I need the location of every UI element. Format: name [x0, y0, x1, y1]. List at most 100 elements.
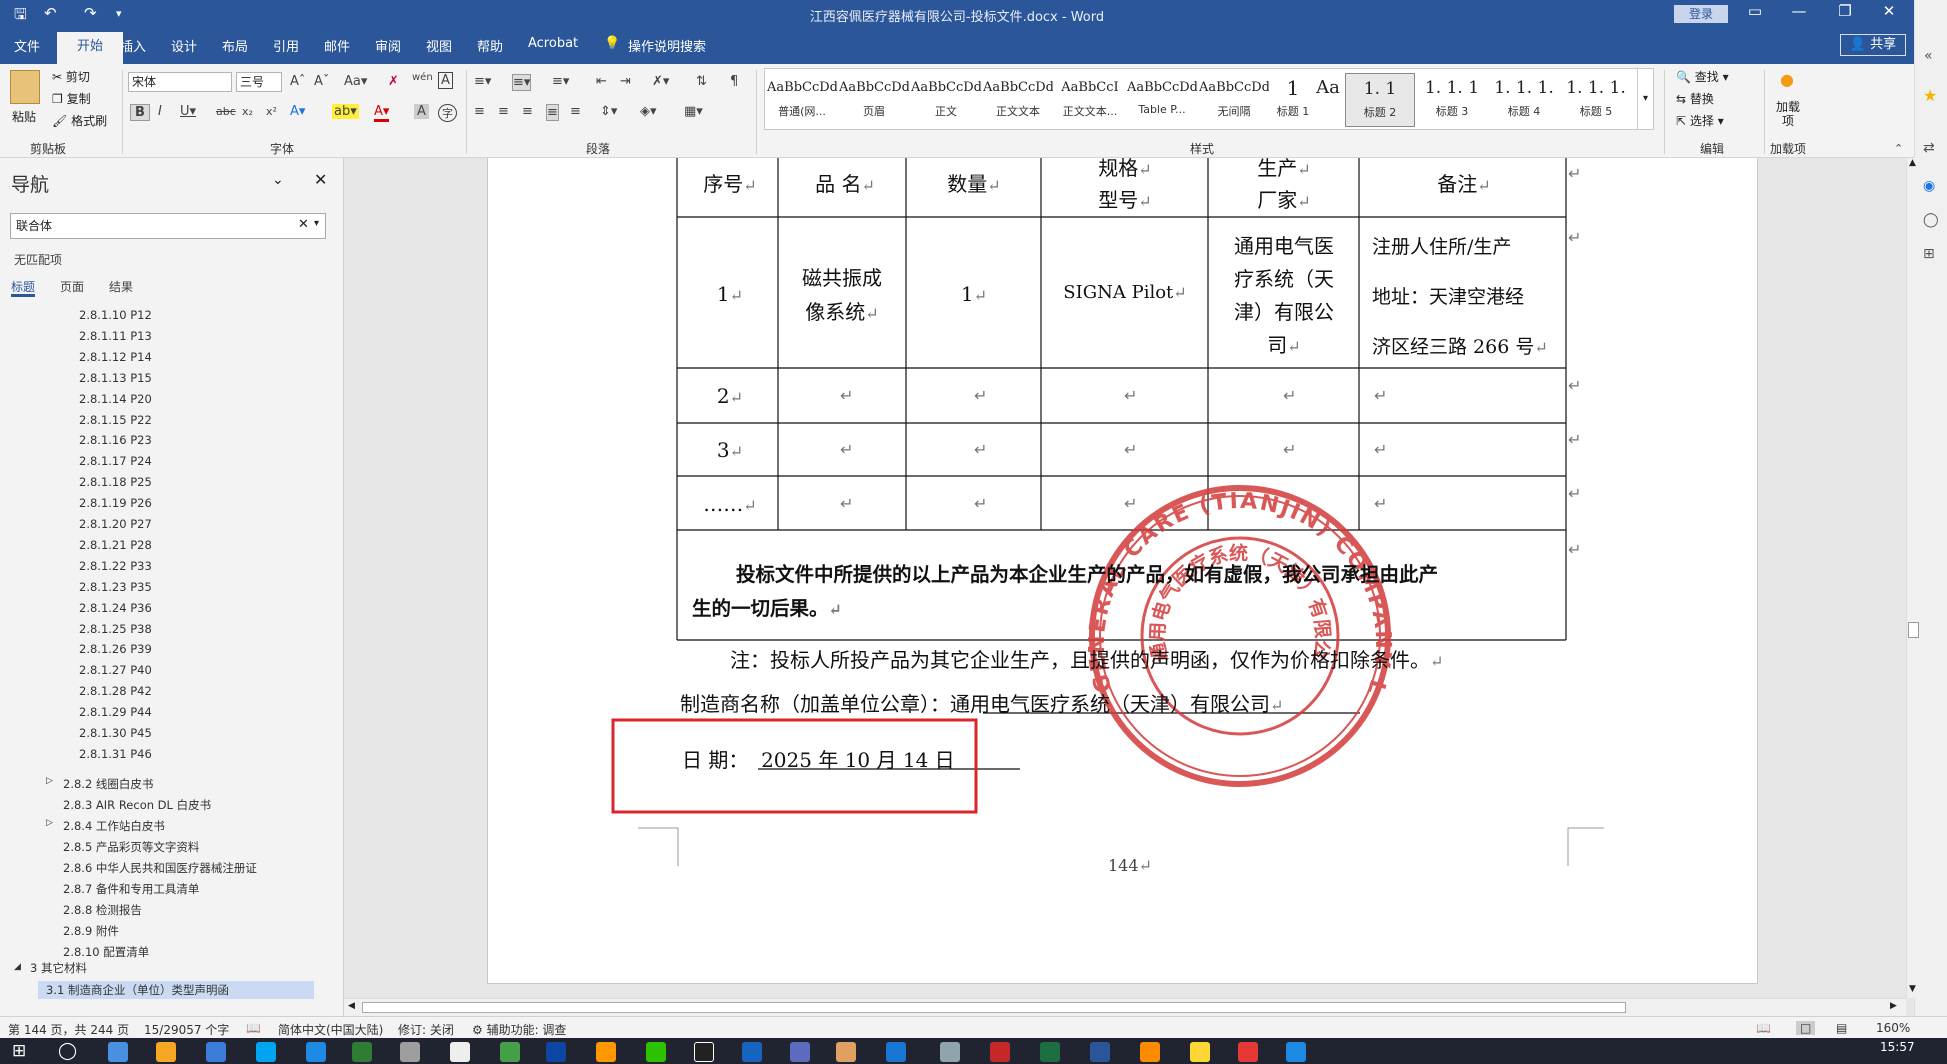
table-header-cell: 序号↵ [703, 172, 757, 196]
app-icon[interactable] [886, 1042, 906, 1062]
read-mode-icon[interactable]: 📖 [1756, 1021, 1771, 1035]
table-cell: 地址：天津空港经 [1372, 282, 1524, 309]
table-cell: 津）有限公 [1212, 296, 1356, 325]
paragraph-mark: ↵ [974, 494, 988, 513]
paragraph-mark: ↵ [1283, 386, 1297, 405]
cell-text: 注册人住所/生产 [1372, 236, 1512, 258]
search-icon[interactable]: ◯ [58, 1041, 77, 1061]
vertical-scroll-thumb[interactable] [1908, 622, 1919, 638]
start-icon[interactable]: ⊞ [12, 1041, 26, 1061]
statement-text: 生的一切后果。 [692, 597, 829, 620]
paragraph-mark: ↵ [840, 494, 854, 513]
folder-icon[interactable] [1190, 1042, 1210, 1062]
row-end-mark: ↵ [1568, 376, 1582, 395]
cell-text: 磁共振成 [802, 266, 882, 290]
print-layout-icon[interactable]: □ [1796, 1021, 1816, 1035]
paragraph-mark: ↵ [1283, 440, 1297, 459]
maker-value: 通用电气医疗系统（天津）有限公司 [950, 692, 1270, 716]
paragraph-mark: ↵ [1374, 494, 1388, 513]
scroll-left-icon[interactable]: ◀ [348, 1001, 355, 1011]
acrobat-icon[interactable] [990, 1042, 1010, 1062]
zoom-level[interactable]: 160% [1876, 1021, 1910, 1035]
app-icon[interactable] [450, 1042, 470, 1062]
track-changes-status[interactable]: 修订: 关闭 [398, 1021, 454, 1038]
page-count-status[interactable]: 第 144 页，共 244 页 [8, 1021, 129, 1038]
row-end-mark: ↵ [1568, 540, 1582, 559]
app-icon[interactable] [940, 1042, 960, 1062]
table-header-cell: 数量↵ [947, 172, 1001, 196]
app-icon[interactable] [400, 1042, 420, 1062]
date-value[interactable]: 2025 年 10 月 14 日 [761, 748, 955, 772]
language-status[interactable]: 简体中文(中国大陆) [278, 1021, 383, 1038]
app-icon[interactable] [742, 1042, 762, 1062]
browser-icon[interactable] [836, 1042, 856, 1062]
maker-label: 制造商名称（加盖单位公章）： [680, 692, 950, 716]
page-number: 144↵ [1108, 856, 1152, 875]
system-clock: 15:57 [1880, 1040, 1915, 1054]
table-cell: 注册人住所/生产 [1372, 232, 1511, 259]
app-icon[interactable] [306, 1042, 326, 1062]
photoshop-icon[interactable] [546, 1042, 566, 1062]
cell-text: 1 [716, 282, 730, 306]
table-cell: 磁共振成 [784, 262, 900, 291]
vertical-scrollbar[interactable]: ▲ ▼ [1906, 158, 1920, 998]
scroll-down-icon[interactable]: ▼ [1909, 984, 1916, 994]
date-paragraph: 日 期： 2025 年 10 月 14 日 [682, 744, 955, 773]
cell-text: 通用电气医 [1234, 234, 1334, 258]
scroll-right-icon[interactable]: ▶ [1890, 1001, 1897, 1011]
statement-line-2: 生的一切后果。↵ [692, 597, 842, 620]
app-icon[interactable] [1140, 1042, 1160, 1062]
table-cell: 像系统↵ [805, 300, 879, 324]
statement-line-1: 投标文件中所提供的以上产品为本企业生产的产品，如有虚假，我公司承担由此产 [736, 563, 1439, 586]
app-icon[interactable] [790, 1042, 810, 1062]
qq-icon[interactable] [694, 1042, 714, 1062]
app-icon[interactable] [1286, 1042, 1306, 1062]
table-cell: 1↵ [716, 282, 744, 306]
app-icon[interactable] [156, 1042, 176, 1062]
proofing-icon[interactable]: 📖 [246, 1021, 261, 1035]
cell-text: …… [703, 492, 744, 516]
accessibility-label: 辅助功能: 调查 [486, 1023, 567, 1037]
status-bar: 第 144 页，共 244 页 15/29057 个字 📖 简体中文(中国大陆)… [0, 1016, 1947, 1038]
horizontal-scrollbar[interactable]: ◀ ▶ [344, 998, 1906, 1016]
app-icon[interactable] [1238, 1042, 1258, 1062]
table-cell: 2↵ [716, 384, 744, 408]
wechat-icon[interactable] [646, 1042, 666, 1062]
cell-text: 2 [716, 384, 730, 408]
table-cell: 通用电气医 [1212, 230, 1356, 259]
app-icon[interactable] [108, 1042, 128, 1062]
excel-icon[interactable] [1040, 1042, 1060, 1062]
horizontal-scroll-thumb[interactable] [362, 1002, 1626, 1013]
header-text: 数量 [947, 172, 988, 196]
row-end-mark: ↵ [1568, 164, 1582, 183]
paragraph-mark: ↵ [974, 440, 988, 459]
scroll-up-icon[interactable]: ▲ [1909, 158, 1916, 168]
header-text: 型号 [1098, 188, 1139, 212]
paragraph-mark: ↵ [1124, 386, 1138, 405]
paragraph-mark: ↵ [1374, 386, 1388, 405]
accessibility-status[interactable]: ⚙ 辅助功能: 调查 [472, 1021, 566, 1038]
table-header-cell: 品 名↵ [815, 172, 875, 196]
header-text: 规格 [1098, 156, 1139, 180]
app-icon[interactable] [256, 1042, 276, 1062]
web-layout-icon[interactable]: ▤ [1836, 1021, 1847, 1035]
taskbar: ⊞ ◯ 15:57 [0, 1038, 1947, 1064]
app-icon[interactable] [596, 1042, 616, 1062]
table-header-cell: 备注↵ [1437, 172, 1491, 196]
table-cell: 司↵ [1267, 333, 1301, 357]
header-text: 备注 [1437, 172, 1478, 196]
word-window: 🖫 ↶ ↷ ▾ 江西容佩医疗器械有限公司-投标文件.docx - Word 登录… [0, 0, 1947, 1064]
header-text: 厂家 [1257, 188, 1298, 212]
app-icon[interactable] [352, 1042, 372, 1062]
app-icon[interactable] [206, 1042, 226, 1062]
app-icon[interactable] [500, 1042, 520, 1062]
paragraph-mark: ↵ [1124, 440, 1138, 459]
cell-text: 津）有限公 [1234, 300, 1334, 324]
cell-text: 疗系统（天 [1234, 267, 1334, 291]
word-count-status[interactable]: 15/29057 个字 [144, 1021, 229, 1038]
paragraph-mark: ↵ [974, 386, 988, 405]
cell-text: 济区经三路 266 号 [1372, 336, 1535, 358]
cell-text: 地址：天津空港经 [1372, 286, 1525, 308]
word-icon[interactable] [1090, 1042, 1110, 1062]
table-header-cell: 规格↵ [1098, 156, 1152, 180]
